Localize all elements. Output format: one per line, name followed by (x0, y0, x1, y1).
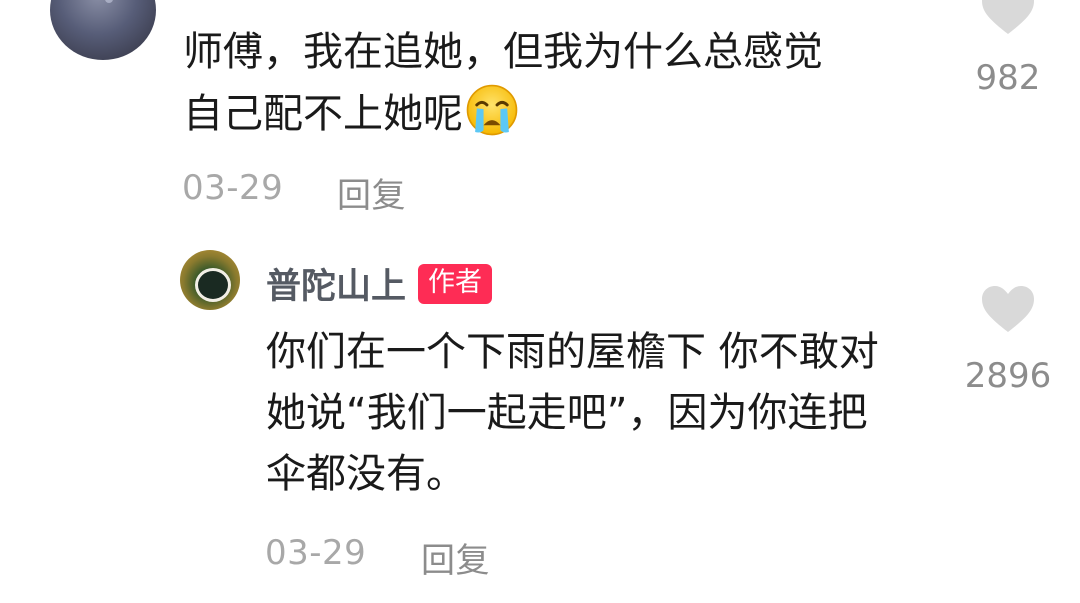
heart-icon (982, 286, 1034, 332)
reply-text-line2: 她说“我们一起走吧”，因为你连把 (266, 390, 868, 436)
comment-body: 师傅，我在追她，但我为什么总感觉 自己配不上她呢 (183, 22, 943, 145)
reply-like-count: 2896 (964, 356, 1052, 396)
reply-reply-button[interactable]: 回复 (421, 533, 490, 582)
reply-date: 03-29 (265, 533, 367, 573)
comment-like-button[interactable] (980, 0, 1036, 40)
heart-icon (982, 0, 1034, 34)
comment-like-count: 982 (975, 58, 1041, 98)
author-avatar[interactable] (180, 250, 240, 310)
comment-text-line1: 师傅，我在追她，但我为什么总感觉 (183, 29, 823, 75)
crying-face-emoji (466, 84, 518, 136)
reply-body: 你们在一个下雨的屋檐下 你不敢对 她说“我们一起走吧”，因为你连把 伞都没有。 (266, 322, 966, 505)
reply-text-line3: 伞都没有。 (266, 451, 466, 497)
author-badge: 作者 (418, 263, 493, 304)
comment-reply-button[interactable]: 回复 (337, 168, 406, 217)
reply-like-button[interactable] (980, 284, 1036, 338)
author-username[interactable]: 普陀山上 (266, 258, 406, 309)
commenter-avatar[interactable] (50, 0, 156, 60)
reply-header: 普陀山上 作者 (266, 258, 493, 309)
comment-date: 03-29 (182, 168, 284, 208)
comment-text-line2: 自己配不上她呢 (183, 83, 943, 145)
reply-text-line1: 你们在一个下雨的屋檐下 你不敢对 (266, 329, 879, 375)
